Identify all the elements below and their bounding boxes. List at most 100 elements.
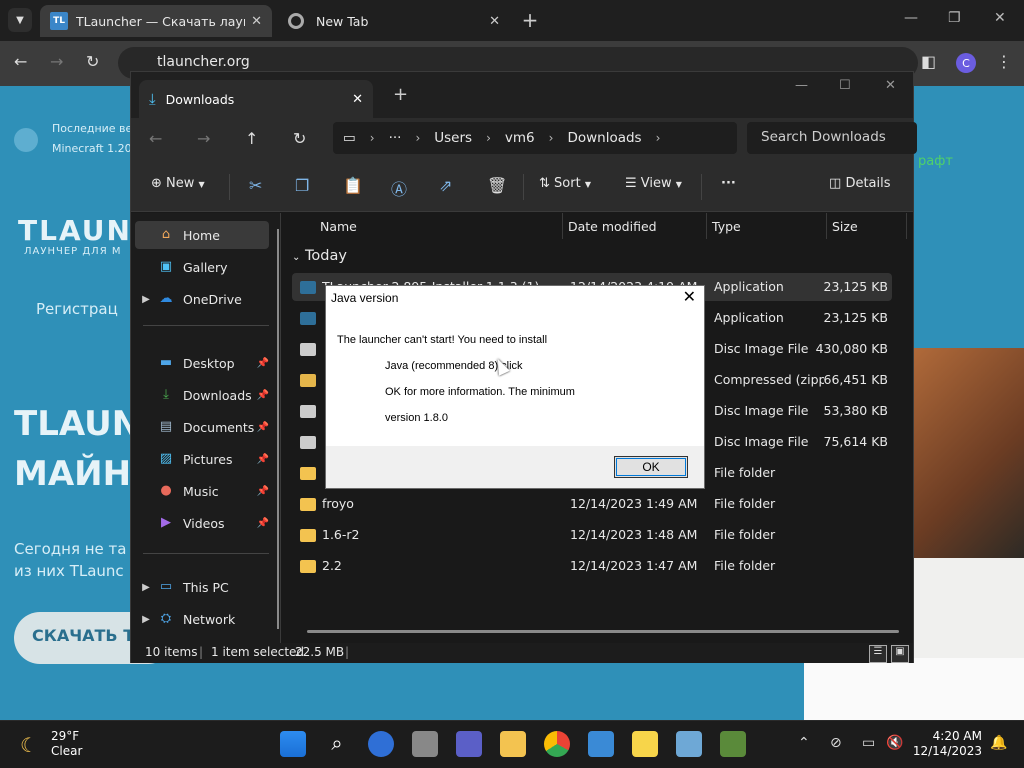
sidebar-item-onedrive[interactable]: ▶ ☁ OneDrive xyxy=(135,285,269,313)
new-tab-button[interactable]: + xyxy=(518,8,542,32)
sidebar-item-pictures[interactable]: ▨ Pictures 📌 xyxy=(135,445,269,473)
details-button[interactable]: ◫ Details xyxy=(829,176,891,191)
browser-tab-new-tab[interactable]: New Tab ✕ xyxy=(278,5,510,37)
view-button[interactable]: ☰ View ▼ xyxy=(625,176,682,191)
column-header-name[interactable]: Name xyxy=(320,219,357,234)
profile-avatar[interactable]: C xyxy=(956,53,976,73)
back-arrow-icon[interactable]: ← xyxy=(14,52,27,71)
restore-icon[interactable]: ❐ xyxy=(948,10,961,26)
minecraft-icon[interactable] xyxy=(720,731,746,757)
file-row[interactable]: 1.6-r2 12/14/2023 1:48 AM File folder xyxy=(292,521,892,549)
teams-icon[interactable] xyxy=(456,731,482,757)
pin-icon: 📌 xyxy=(256,389,269,401)
notes-icon[interactable] xyxy=(632,731,658,757)
task-view-icon[interactable] xyxy=(412,731,438,757)
info-icon xyxy=(14,128,38,152)
tiles-view-icon[interactable]: ▣ xyxy=(891,645,909,663)
explorer-tab-downloads[interactable]: ⤓ Downloads ✕ xyxy=(139,80,373,118)
sidebar-item-this-pc[interactable]: ▶ ▭ This PC xyxy=(135,573,269,601)
browser-tab-strip: ▼ TL TLauncher — Скачать лаунчер ✕ New T… xyxy=(0,0,1024,41)
site-paragraph-line1: Сегодня не та xyxy=(14,540,127,558)
column-header-size[interactable]: Size xyxy=(832,219,858,234)
breadcrumb[interactable]: ▭ › ··· › Users › vm6 › Downloads › xyxy=(333,122,737,154)
register-link[interactable]: Регистрац xyxy=(36,300,118,318)
new-button[interactable]: ⊕ New ▼ xyxy=(151,176,205,191)
network-off-icon[interactable]: ⊘ xyxy=(830,735,842,751)
close-icon[interactable]: ✕ xyxy=(251,14,262,29)
breadcrumb-vm6[interactable]: vm6 xyxy=(505,130,535,146)
copy-icon[interactable]: ❐ xyxy=(295,176,309,195)
browser-tab-tlauncher[interactable]: TL TLauncher — Скачать лаунчер ✕ xyxy=(40,5,272,37)
cut-icon[interactable]: ✂ xyxy=(249,176,262,195)
system-clock[interactable]: 4:20 AM 12/14/2023 xyxy=(912,729,982,759)
virtualbox-icon[interactable] xyxy=(588,731,614,757)
sidebar-item-desktop[interactable]: ▬ Desktop 📌 xyxy=(135,349,269,377)
file-size: 430,080 KB xyxy=(815,341,888,356)
notification-bell-icon[interactable]: 🔔 xyxy=(990,735,1007,751)
side-panel-icon[interactable]: ◧ xyxy=(921,52,936,71)
sort-button[interactable]: ⇅ Sort ▼ xyxy=(539,176,591,191)
breadcrumb-users[interactable]: Users xyxy=(434,130,472,146)
minimize-icon[interactable]: — xyxy=(904,10,918,26)
close-icon[interactable]: ✕ xyxy=(683,287,696,307)
maximize-icon[interactable]: ☐ xyxy=(839,78,851,93)
refresh-icon[interactable]: ↻ xyxy=(293,129,306,148)
file-row[interactable]: 2.2 12/14/2023 1:47 AM File folder xyxy=(292,552,892,580)
horizontal-scrollbar[interactable] xyxy=(307,630,899,633)
share-icon[interactable]: ⇗ xyxy=(439,176,452,195)
sidebar-item-gallery[interactable]: ▣ Gallery xyxy=(135,253,269,281)
see-more-icon[interactable]: ··· xyxy=(721,176,736,191)
moon-weather-icon[interactable]: ☾ xyxy=(20,733,38,757)
group-header-today[interactable]: ⌄ Today xyxy=(292,248,347,264)
volume-muted-icon[interactable]: 🔇 xyxy=(886,735,903,751)
photos-icon[interactable] xyxy=(676,731,702,757)
chrome-icon[interactable] xyxy=(544,731,570,757)
reload-icon[interactable]: ↻ xyxy=(86,52,99,71)
column-header-date[interactable]: Date modified xyxy=(568,219,657,234)
chevron-right-icon[interactable]: ▶ xyxy=(135,614,157,625)
forward-arrow-icon[interactable]: → xyxy=(197,129,210,148)
new-label: New xyxy=(166,176,195,191)
start-icon[interactable] xyxy=(280,731,306,757)
sidebar-item-home[interactable]: ⌂ Home xyxy=(135,221,269,249)
sidebar-item-network[interactable]: ▶ ⛭ Network xyxy=(135,605,269,633)
file-explorer-icon[interactable] xyxy=(500,731,526,757)
weather-widget[interactable]: 29°F Clear xyxy=(51,729,82,759)
display-icon[interactable]: ▭ xyxy=(862,735,875,751)
up-arrow-icon[interactable]: ↑ xyxy=(245,129,258,148)
close-window-icon[interactable]: ✕ xyxy=(994,10,1006,26)
sidebar-item-downloads[interactable]: ⤓ Downloads 📌 xyxy=(135,381,269,409)
ok-button[interactable]: OK xyxy=(614,456,688,478)
more-locations-icon[interactable]: ··· xyxy=(389,130,402,146)
close-window-icon[interactable]: ✕ xyxy=(885,78,896,93)
back-arrow-icon[interactable]: ← xyxy=(149,129,162,148)
copilot-icon[interactable] xyxy=(368,731,394,757)
close-icon[interactable]: ✕ xyxy=(489,14,500,29)
sidebar-item-music[interactable]: ● Music 📌 xyxy=(135,477,269,505)
tab-search-dropdown[interactable]: ▼ xyxy=(8,8,32,32)
delete-icon[interactable]: 🗑 xyxy=(487,176,507,195)
explorer-new-tab-button[interactable]: + xyxy=(393,84,408,105)
details-view-icon[interactable]: ☰ xyxy=(869,645,887,663)
paste-icon[interactable]: 📋 xyxy=(343,176,363,195)
search-icon[interactable]: ⌕ xyxy=(324,731,350,757)
column-header-type[interactable]: Type xyxy=(712,219,741,234)
menu-kebab-icon[interactable]: ⋮ xyxy=(996,52,1012,71)
music-icon: ● xyxy=(160,483,172,498)
dialog-message: The launcher can't start! You need to in… xyxy=(326,310,704,446)
breadcrumb-downloads[interactable]: Downloads xyxy=(567,130,641,146)
file-row[interactable]: froyo 12/14/2023 1:49 AM File folder xyxy=(292,490,892,518)
sidebar-item-documents[interactable]: ▤ Documents 📌 xyxy=(135,413,269,441)
forward-arrow-icon[interactable]: → xyxy=(50,52,63,71)
chevron-right-icon[interactable]: ▶ xyxy=(135,294,157,305)
minimize-icon[interactable]: — xyxy=(795,78,808,93)
close-icon[interactable]: ✕ xyxy=(352,92,363,107)
rename-icon[interactable]: Ⓐ xyxy=(391,176,407,200)
sidebar-item-videos[interactable]: ▶ Videos 📌 xyxy=(135,509,269,537)
divider xyxy=(826,213,827,239)
scrollbar[interactable] xyxy=(277,229,279,629)
site-paragraph-line2: из них TLaunc xyxy=(14,562,124,580)
chevron-right-icon[interactable]: ▶ xyxy=(135,582,157,593)
chevron-up-icon[interactable]: ⌃ xyxy=(798,735,810,751)
search-input[interactable]: Search Downloads xyxy=(747,122,917,154)
